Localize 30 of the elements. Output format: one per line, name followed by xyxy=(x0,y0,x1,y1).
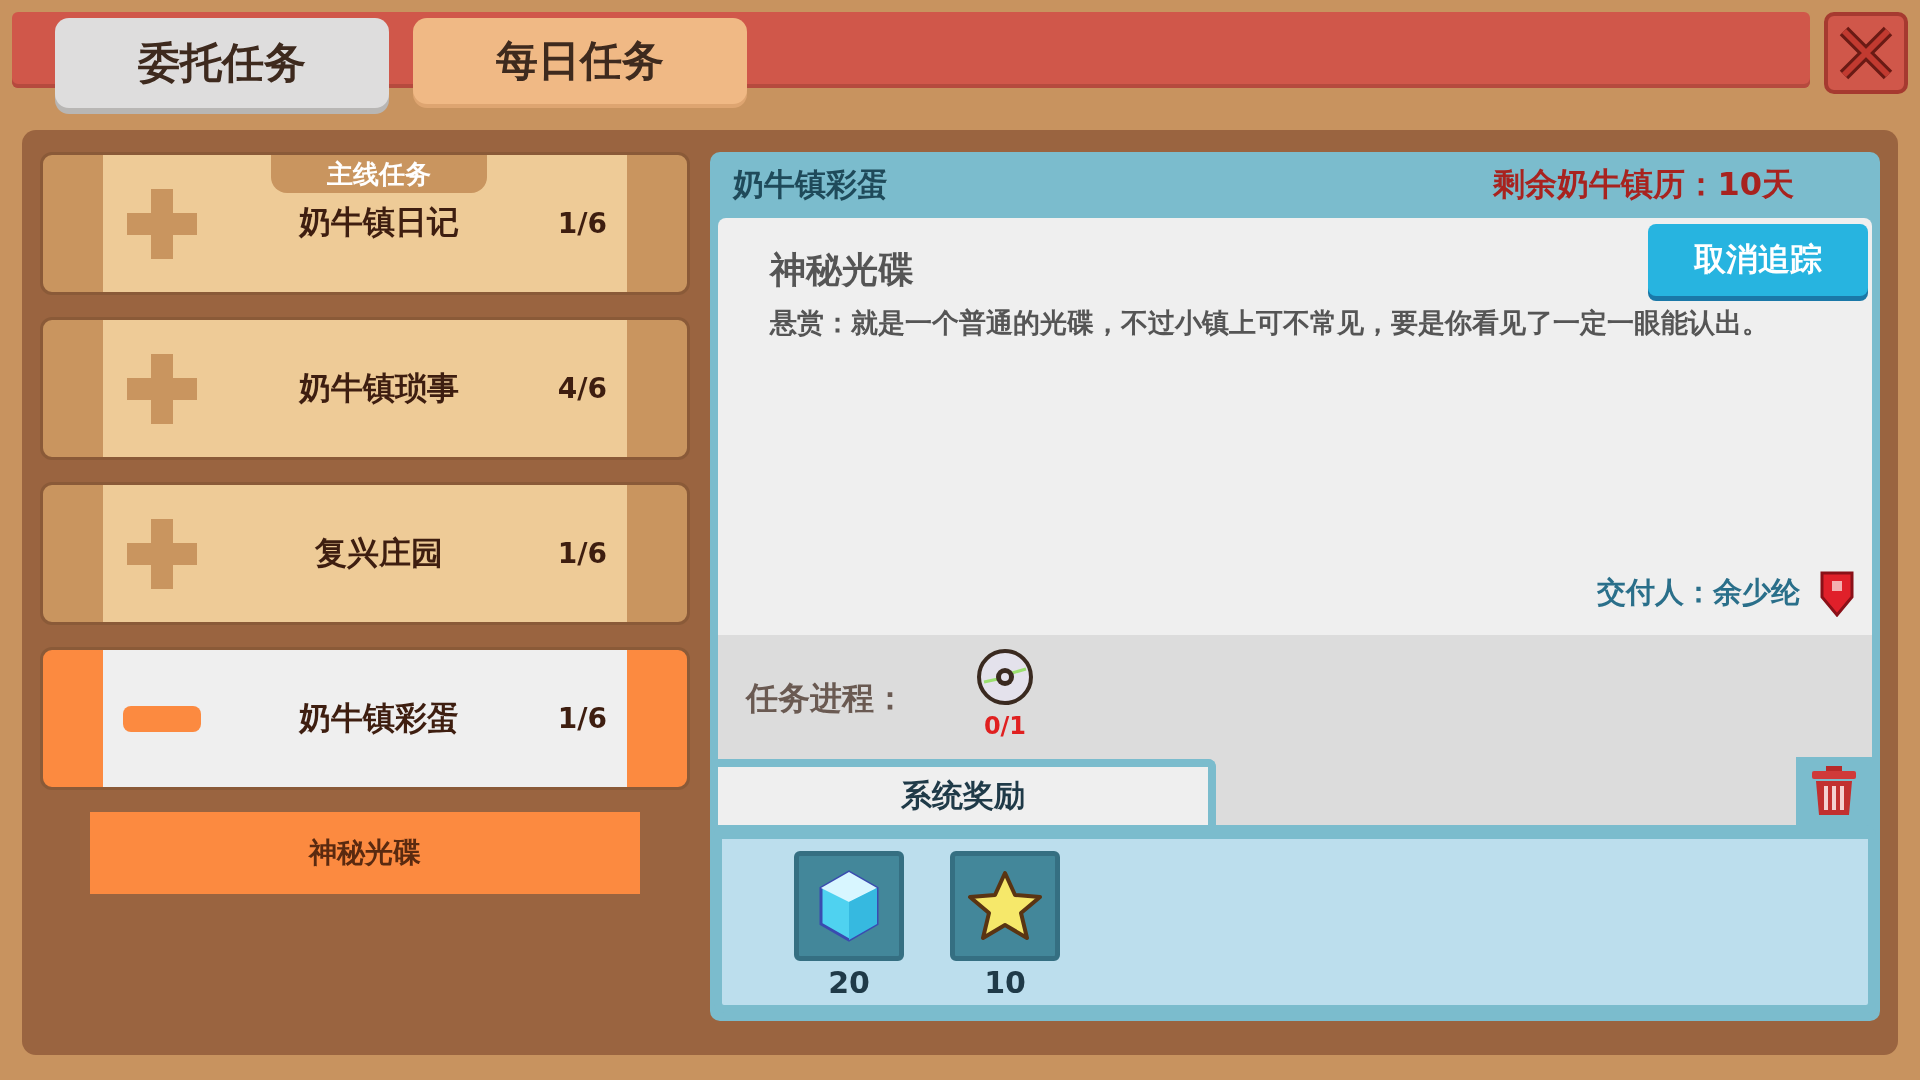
quest-title: 神秘光碟 xyxy=(770,248,914,292)
close-icon xyxy=(1838,25,1894,81)
quest-name: 奶牛镇琐事 xyxy=(299,367,460,409)
quest-item[interactable]: 复兴庄园 1/6 xyxy=(40,482,690,625)
panel-title: 奶牛镇彩蛋 xyxy=(733,165,888,204)
rewards-tab[interactable]: 系统奖励 xyxy=(718,759,1216,825)
quest-progress: 1/6 xyxy=(557,207,607,240)
quest-progress: 1/6 xyxy=(557,702,607,735)
quest-item[interactable]: 奶牛镇琐事 4/6 xyxy=(40,317,690,460)
quest-name: 奶牛镇日记 xyxy=(299,202,460,243)
quest-name: 奶牛镇彩蛋 xyxy=(299,697,460,739)
category-label: 主线任务 xyxy=(271,155,488,193)
quest-item[interactable]: 主线任务 奶牛镇日记 1/6 xyxy=(40,152,690,295)
star-icon xyxy=(967,870,1043,942)
map-pin-icon xyxy=(1818,569,1856,617)
disc-icon xyxy=(976,648,1034,706)
quest-item[interactable]: 奶牛镇彩蛋 1/6 xyxy=(40,647,690,790)
reward-amount: 10 xyxy=(984,965,1026,1000)
quest-giver: 交付人：余少纶 xyxy=(1597,574,1800,611)
quest-progress: 4/6 xyxy=(557,372,607,405)
progress-count: 0/1 xyxy=(983,712,1027,740)
gem-icon xyxy=(818,870,880,942)
quest-progress: 1/6 xyxy=(557,537,607,570)
remaining-days: 剩余奶牛镇历：10天 xyxy=(1493,163,1794,207)
quest-name: 复兴庄园 xyxy=(315,532,444,574)
progress-label: 任务进程： xyxy=(746,678,906,719)
trash-icon xyxy=(1810,765,1858,817)
quest-description: 悬赏：就是一个普通的光碟，不过小镇上可不常见，要是你看见了一定一眼能认出。 xyxy=(770,306,1770,340)
close-button[interactable] xyxy=(1824,12,1908,94)
reward-amount: 20 xyxy=(828,965,870,1000)
